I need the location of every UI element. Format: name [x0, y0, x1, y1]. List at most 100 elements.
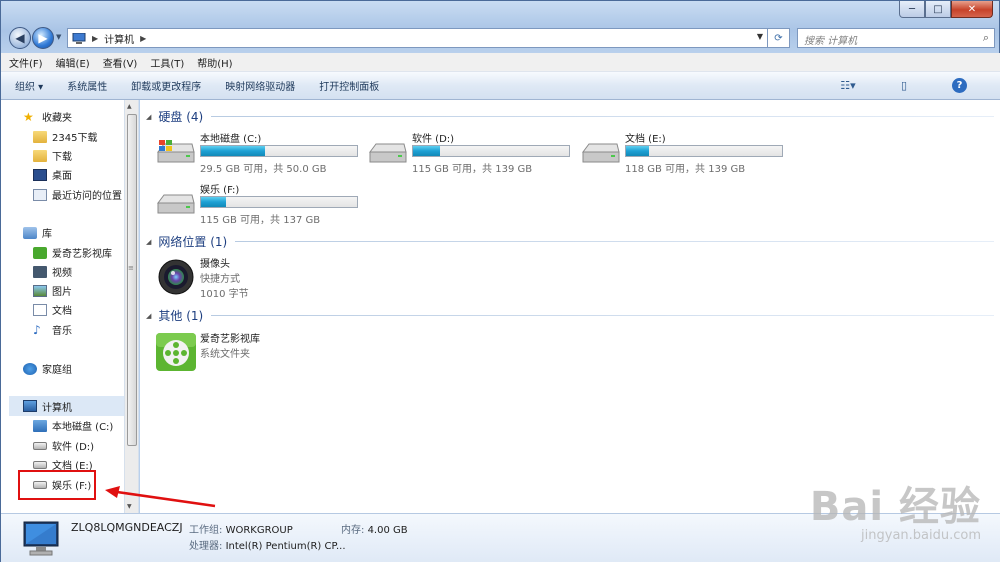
- item-name: 爱奇艺影视库: [200, 334, 260, 345]
- document-icon: [33, 303, 47, 316]
- organize-button[interactable]: 组织 ▾: [15, 78, 43, 93]
- recent-pages-dropdown-icon[interactable]: ▼: [56, 33, 61, 41]
- drive-usage-fill: [626, 146, 650, 156]
- iqiyi-icon: [33, 246, 47, 259]
- sidebar-item-label: 库: [42, 229, 52, 240]
- webcam-shortcut[interactable]: 摄像头 快捷方式 1010 字节: [156, 255, 336, 300]
- processor-label: 处理器:: [189, 541, 223, 552]
- menu-view[interactable]: 查看(V): [103, 55, 138, 70]
- address-input[interactable]: ▶ 计算机 ▶ ▼: [67, 28, 768, 48]
- drive-status: 115 GB 可用，共 139 GB: [412, 164, 533, 175]
- workgroup-value: WORKGROUP: [225, 525, 293, 536]
- collapse-triangle-icon[interactable]: ◢: [146, 312, 151, 320]
- group-title: 网络位置 (1): [158, 235, 228, 249]
- memory-label: 内存:: [341, 525, 365, 536]
- collapse-triangle-icon[interactable]: ◢: [146, 113, 151, 121]
- item-type: 系统文件夹: [200, 349, 250, 360]
- system-properties-button[interactable]: 系统属性: [67, 78, 107, 93]
- open-control-panel-button[interactable]: 打开控制面板: [319, 78, 379, 93]
- content-pane: ◢ 硬盘 (4) 本地磁盘 (C:) 29.5 GB 可用，共 50.0 GB: [140, 100, 1000, 513]
- uninstall-program-button[interactable]: 卸载或更改程序: [131, 78, 201, 93]
- scrollbar-thumb[interactable]: [127, 114, 137, 446]
- address-bar-row: ◀ ▶ ▼ ▶ 计算机 ▶ ▼ ⟳ 搜索 计算机 ⌕: [1, 25, 1000, 51]
- group-divider: [235, 241, 994, 242]
- sidebar-homegroup[interactable]: 家庭组: [23, 361, 72, 376]
- group-title: 硬盘 (4): [158, 110, 204, 124]
- hard-drive-icon: [33, 441, 47, 450]
- hard-drive-icon: [157, 194, 195, 214]
- sidebar-item-desktop[interactable]: 桌面: [33, 167, 72, 182]
- drive-item[interactable]: 本地磁盘 (C:) 29.5 GB 可用，共 50.0 GB: [156, 130, 361, 178]
- drive-name: 本地磁盘 (C:): [200, 134, 262, 145]
- drive-usage-fill: [413, 146, 440, 156]
- sidebar-item-label: 本地磁盘 (C:): [52, 422, 114, 433]
- group-header-network[interactable]: ◢ 网络位置 (1): [146, 233, 994, 250]
- iqiyi-library-folder[interactable]: 爱奇艺影视库 系统文件夹: [156, 330, 336, 374]
- sidebar-item-label: 图片: [52, 287, 72, 298]
- minimize-button[interactable]: ─: [899, 1, 925, 18]
- change-view-icon[interactable]: ☷▾: [840, 79, 856, 93]
- preview-pane-icon[interactable]: ▯: [896, 79, 912, 93]
- computer-name: ZLQ8LQMGNDEACZJ: [71, 521, 183, 534]
- sidebar-item-pictures[interactable]: 图片: [33, 283, 72, 298]
- sidebar-item-label: 最近访问的位置: [52, 191, 122, 202]
- sidebar-item-drive-c[interactable]: 本地磁盘 (C:): [33, 418, 113, 433]
- drive-item[interactable]: 文档 (E:) 118 GB 可用，共 139 GB: [581, 130, 786, 178]
- help-icon[interactable]: ?: [952, 78, 967, 93]
- map-network-drive-button[interactable]: 映射网络驱动器: [225, 78, 295, 93]
- back-arrow-icon: ◀: [15, 31, 25, 45]
- sidebar-item-recent-places[interactable]: 最近访问的位置: [33, 187, 122, 202]
- menu-tools[interactable]: 工具(T): [150, 55, 184, 70]
- breadcrumb-computer[interactable]: 计算机: [104, 31, 134, 46]
- menu-help[interactable]: 帮助(H): [197, 55, 232, 70]
- system-drive-icon: [157, 140, 195, 163]
- menu-file[interactable]: 文件(F): [9, 55, 43, 70]
- drive-item[interactable]: 软件 (D:) 115 GB 可用，共 139 GB: [368, 130, 573, 178]
- search-placeholder: 搜索 计算机: [804, 36, 858, 47]
- sidebar-item-music[interactable]: ♪ 音乐: [33, 322, 72, 338]
- sidebar-computer[interactable]: 计算机: [9, 396, 124, 416]
- sidebar-item-2345-download[interactable]: 2345下载: [33, 129, 97, 144]
- sidebar-item-label: 视频: [52, 268, 72, 279]
- folder-icon: [33, 130, 47, 143]
- refresh-button[interactable]: ⟳: [768, 28, 790, 48]
- maximize-button[interactable]: □: [925, 1, 951, 18]
- annotation-arrow-icon: [105, 486, 216, 508]
- sidebar-item-videos[interactable]: 视频: [33, 264, 72, 279]
- forward-arrow-icon: ▶: [38, 31, 48, 45]
- sidebar-item-drive-d[interactable]: 软件 (D:): [33, 438, 94, 453]
- search-input[interactable]: 搜索 计算机 ⌕: [797, 28, 995, 48]
- group-header-hdd[interactable]: ◢ 硬盘 (4): [146, 108, 994, 125]
- address-dropdown-icon[interactable]: ▼: [757, 32, 763, 41]
- sidebar-item-downloads[interactable]: 下载: [33, 148, 72, 163]
- workgroup-row: 工作组: WORKGROUP: [189, 521, 293, 536]
- group-header-other[interactable]: ◢ 其他 (1): [146, 307, 994, 324]
- sidebar-item-label: 文档: [52, 306, 72, 317]
- sidebar-item-documents[interactable]: 文档: [33, 302, 72, 317]
- memory-value: 4.00 GB: [367, 525, 408, 536]
- sidebar-item-label: 桌面: [52, 171, 72, 182]
- menu-edit[interactable]: 编辑(E): [56, 55, 90, 70]
- explorer-window: ─ □ ✕ ◀ ▶ ▼ ▶ 计算机 ▶ ▼ ⟳ 搜索 计算机 ⌕ 文件(F) 编…: [0, 0, 1000, 562]
- drive-item[interactable]: 娱乐 (F:) 115 GB 可用，共 137 GB: [156, 181, 361, 229]
- scroll-up-icon[interactable]: ▲: [127, 103, 132, 110]
- sidebar-libraries[interactable]: 库: [23, 225, 52, 240]
- item-name: 摄像头: [200, 259, 230, 270]
- forward-button[interactable]: ▶: [32, 27, 54, 49]
- hard-drive-icon: [369, 143, 407, 163]
- breadcrumb-separator-icon: ▶: [92, 33, 99, 43]
- collapse-triangle-icon[interactable]: ◢: [146, 238, 151, 246]
- library-icon: [23, 226, 37, 239]
- sidebar-item-iqiyi-library[interactable]: 爱奇艺影视库: [33, 245, 112, 260]
- baidu-watermark: Bai 经验 jingyan.baidu.com: [810, 474, 981, 543]
- close-button[interactable]: ✕: [951, 1, 993, 18]
- sidebar-item-label: 下载: [52, 152, 72, 163]
- navigation-scrollbar[interactable]: ▲ ≡ ▼: [125, 100, 139, 513]
- drive-status: 118 GB 可用，共 139 GB: [625, 164, 746, 175]
- refresh-icon: ⟳: [774, 32, 783, 44]
- back-button[interactable]: ◀: [9, 27, 31, 49]
- drive-name: 软件 (D:): [412, 134, 455, 145]
- processor-row: 处理器: Intel(R) Pentium(R) CP...: [189, 537, 346, 552]
- sidebar-favorites[interactable]: ★ 收藏夹: [23, 109, 72, 125]
- sidebar-item-label: 爱奇艺影视库: [52, 249, 112, 260]
